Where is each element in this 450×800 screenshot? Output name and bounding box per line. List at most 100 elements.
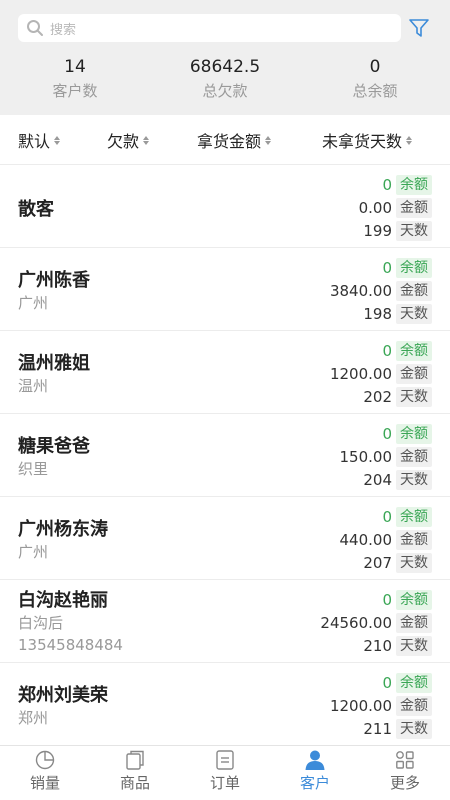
balance-tag: 余额 bbox=[396, 672, 432, 693]
amount-value: 1200.00 bbox=[329, 364, 392, 383]
customer-row[interactable]: 广州陈香广州 0 余额 3840.00 金额 198 天数 bbox=[0, 248, 450, 331]
customer-region: 郑州 bbox=[18, 709, 49, 727]
filter-icon[interactable] bbox=[408, 17, 430, 39]
tab-label: 订单 bbox=[209, 774, 240, 792]
tab-sales[interactable]: 销量 bbox=[0, 746, 90, 800]
customer-values: 0 余额 1200.00 金额 202 天数 bbox=[232, 339, 432, 408]
balance-value: 0 bbox=[382, 424, 392, 443]
customer-region: 白沟后 bbox=[18, 614, 64, 632]
sort-arrows-icon bbox=[406, 135, 413, 145]
balance-value: 0 bbox=[382, 341, 392, 360]
stat-label: 客户数 bbox=[52, 82, 98, 100]
sort-days-no-purchase[interactable]: 未拿货天数 bbox=[322, 115, 413, 165]
days-value: 199 bbox=[363, 221, 392, 240]
customer-region: 温州 bbox=[18, 377, 49, 395]
customer-row[interactable]: 散客 0 余额 0.00 金额 199 天数 bbox=[0, 165, 450, 248]
search-box[interactable]: 搜索 bbox=[18, 14, 401, 42]
days-value: 210 bbox=[363, 636, 392, 655]
customer-values: 0 余额 150.00 金额 204 天数 bbox=[232, 422, 432, 491]
amount-tag: 金额 bbox=[396, 612, 432, 633]
bottom-tab-bar: 销量 商品 订单 客户 更多 bbox=[0, 745, 450, 800]
amount-tag: 金额 bbox=[396, 529, 432, 550]
tab-label: 更多 bbox=[389, 774, 420, 792]
sort-arrows-icon bbox=[265, 135, 272, 145]
balance-tag: 余额 bbox=[396, 257, 432, 278]
sort-label: 默认 bbox=[18, 132, 51, 151]
customer-row[interactable]: 糖果爸爸织里 0 余额 150.00 金额 204 天数 bbox=[0, 414, 450, 497]
balance-value: 0 bbox=[382, 590, 392, 609]
customer-row[interactable]: 广州杨东涛广州 0 余额 440.00 金额 207 天数 bbox=[0, 497, 450, 580]
tab-orders[interactable]: 订单 bbox=[180, 746, 270, 800]
stat-customer-count: 14 客户数 bbox=[0, 56, 150, 102]
amount-value: 440.00 bbox=[339, 530, 393, 549]
sort-purchase-amount[interactable]: 拿货金额 bbox=[197, 115, 272, 165]
copy-icon bbox=[126, 750, 144, 770]
balance-value: 0 bbox=[382, 175, 392, 194]
stat-value: 14 bbox=[64, 57, 86, 77]
customer-name: 温州雅姐 bbox=[18, 353, 90, 374]
days-tag: 天数 bbox=[396, 469, 432, 490]
tab-products[interactable]: 商品 bbox=[90, 746, 180, 800]
amount-tag: 金额 bbox=[396, 363, 432, 384]
balance-tag: 余额 bbox=[396, 340, 432, 361]
sort-arrows-icon bbox=[54, 135, 61, 145]
tab-more[interactable]: 更多 bbox=[360, 746, 450, 800]
sort-default[interactable]: 默认 bbox=[18, 115, 61, 165]
days-tag: 天数 bbox=[396, 552, 432, 573]
amount-tag: 金额 bbox=[396, 695, 432, 716]
tab-label: 销量 bbox=[29, 774, 60, 792]
days-tag: 天数 bbox=[396, 220, 432, 241]
customer-values: 0 余额 440.00 金额 207 天数 bbox=[232, 505, 432, 574]
customer-name: 广州杨东涛 bbox=[18, 519, 108, 540]
days-tag: 天数 bbox=[396, 386, 432, 407]
amount-tag: 金额 bbox=[396, 446, 432, 467]
balance-value: 0 bbox=[382, 507, 392, 526]
customer-phone: 13545848484 bbox=[18, 636, 123, 654]
amount-value: 150.00 bbox=[339, 447, 393, 466]
sort-label: 未拿货天数 bbox=[322, 132, 403, 151]
customer-name: 广州陈香 bbox=[18, 270, 90, 291]
customer-region: 织里 bbox=[18, 460, 49, 478]
customer-name: 糖果爸爸 bbox=[18, 436, 90, 457]
customer-list: 散客 0 余额 0.00 金额 199 天数 广州陈香 广州 0 余额 3840.00 金额 198 天数温… bbox=[0, 165, 450, 746]
balance-value: 0 bbox=[382, 673, 392, 692]
customer-row[interactable]: 温州雅姐温州 0 余额 1200.00 金额 202 天数 bbox=[0, 331, 450, 414]
customer-name: 郑州刘美荣 bbox=[18, 685, 108, 706]
stat-label: 总余额 bbox=[352, 82, 398, 100]
days-tag: 天数 bbox=[396, 718, 432, 739]
customer-region: 广州 bbox=[18, 294, 49, 312]
stat-value: 68642.5 bbox=[189, 57, 261, 77]
balance-value: 0 bbox=[382, 258, 392, 277]
customer-row[interactable]: 郑州刘美荣郑州 0 余额 1200.00 金额 211 天数 bbox=[0, 663, 450, 746]
days-value: 202 bbox=[363, 387, 392, 406]
search-placeholder: 搜索 bbox=[50, 22, 77, 38]
balance-tag: 余额 bbox=[396, 506, 432, 527]
header-panel: 搜索 14 客户数 68642.5 总欠款 0 总余额 bbox=[0, 0, 450, 115]
sort-debt[interactable]: 欠款 bbox=[107, 115, 150, 165]
amount-value: 1200.00 bbox=[329, 696, 392, 715]
days-value: 211 bbox=[363, 719, 392, 738]
customer-values: 0 余额 1200.00 金额 211 天数 bbox=[232, 671, 432, 740]
amount-tag: 金额 bbox=[396, 197, 432, 218]
balance-tag: 余额 bbox=[396, 423, 432, 444]
user-icon bbox=[305, 750, 325, 770]
sort-label: 欠款 bbox=[107, 132, 140, 151]
tab-customers[interactable]: 客户 bbox=[270, 746, 360, 800]
balance-tag: 余额 bbox=[396, 589, 432, 610]
customer-region: 广州 bbox=[18, 543, 49, 561]
document-icon bbox=[216, 750, 234, 770]
customer-row[interactable]: 白沟赵艳丽 白沟后 13545848484 0 余额 24560.00 金额 210 天数 bbox=[0, 580, 450, 663]
tab-label: 商品 bbox=[119, 774, 150, 792]
days-value: 198 bbox=[363, 304, 392, 323]
customer-values: 0 余额 3840.00 金额 198 天数 bbox=[232, 256, 432, 325]
days-tag: 天数 bbox=[396, 635, 432, 656]
grid-icon bbox=[396, 751, 414, 769]
days-tag: 天数 bbox=[396, 303, 432, 324]
days-value: 207 bbox=[363, 553, 392, 572]
sort-bar: 默认 欠款 拿货金额 未拿货天数 bbox=[0, 115, 450, 165]
pie-chart-icon bbox=[35, 750, 55, 770]
stat-value: 0 bbox=[369, 57, 381, 77]
customer-values: 0 余额 0.00 金额 199 天数 bbox=[232, 173, 432, 242]
customer-name: 白沟赵艳丽 bbox=[18, 590, 108, 611]
customer-values: 0 余额 24560.00 金额 210 天数 bbox=[232, 588, 432, 657]
